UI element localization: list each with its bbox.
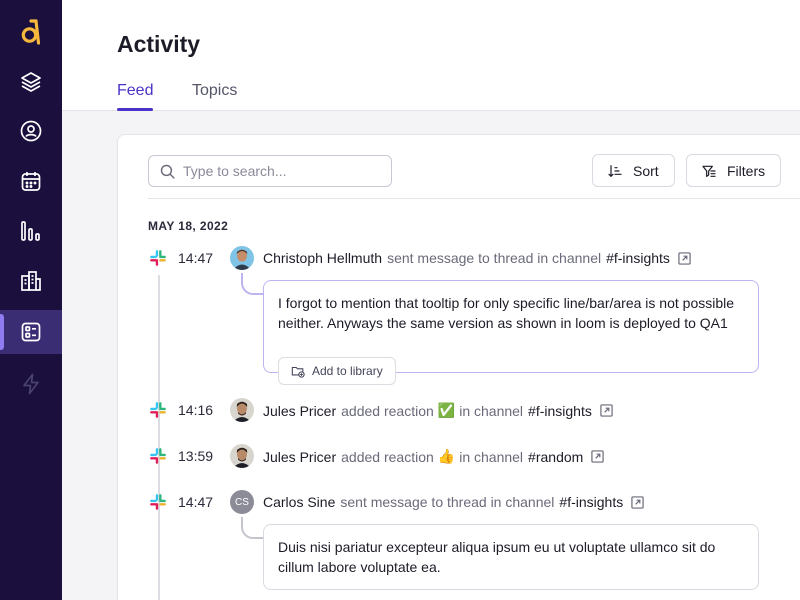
nav-analytics[interactable] <box>0 209 62 253</box>
avatar-photo <box>230 398 254 422</box>
buildings-icon <box>21 271 41 291</box>
avatar-photo <box>230 444 254 468</box>
sort-icon <box>608 164 622 177</box>
event-action-suffix: in channel <box>459 402 524 419</box>
channel-link[interactable]: #random <box>528 449 583 465</box>
tab-feed[interactable]: Feed <box>117 82 153 100</box>
add-to-library-button[interactable]: Add to library <box>278 357 396 385</box>
event-description: Jules Pricer added reaction 👍 in channel… <box>263 448 604 465</box>
filters-button[interactable]: Filters <box>686 154 781 187</box>
user-name[interactable]: Jules Pricer <box>263 449 336 465</box>
reaction-emoji: ✅ <box>437 402 456 418</box>
channel-link[interactable]: #f-insights <box>606 250 670 266</box>
avatar[interactable]: CS <box>230 490 254 514</box>
nav-companies[interactable] <box>0 259 62 303</box>
user-circle-icon <box>20 120 42 142</box>
add-to-library-label: Add to library <box>312 364 383 378</box>
event-time: 13:59 <box>178 448 214 464</box>
event-action: sent message to thread in channel <box>387 250 602 266</box>
nav-profile[interactable] <box>0 109 62 153</box>
nav-calendar[interactable] <box>0 159 62 203</box>
logo-icon[interactable] <box>19 19 43 45</box>
thread-connector <box>241 517 263 539</box>
event-description: Carlos Sine sent message to thread in ch… <box>263 494 644 510</box>
slack-icon <box>150 250 166 266</box>
lightning-icon <box>23 373 39 395</box>
external-link-icon[interactable] <box>631 495 644 509</box>
page-header: Activity Feed Topics <box>62 0 800 111</box>
search-icon <box>160 164 175 179</box>
thread-connector <box>241 273 263 295</box>
event-action: sent message to thread in channel <box>340 494 555 510</box>
slack-icon <box>150 494 166 510</box>
active-tab-indicator <box>117 108 153 111</box>
user-name[interactable]: Carlos Sine <box>263 494 335 510</box>
user-name[interactable]: Christoph Hellmuth <box>263 250 382 266</box>
event-time: 14:47 <box>178 494 214 510</box>
channel-link[interactable]: #f-insights <box>528 403 592 419</box>
event-time: 14:16 <box>178 402 214 418</box>
sort-button[interactable]: Sort <box>592 154 675 187</box>
user-name[interactable]: Jules Pricer <box>263 403 336 419</box>
message-bubble: Duis nisi pariatur excepteur aliqua ipsu… <box>263 524 759 590</box>
slack-icon <box>150 448 166 464</box>
bar-chart-icon <box>21 221 40 241</box>
slack-icon <box>150 402 166 418</box>
nav-layers[interactable] <box>0 60 62 104</box>
sidebar <box>0 0 62 600</box>
activity-feed-card: Sort Filters MAY 18, 2022 14:47 <box>117 134 800 600</box>
search-box[interactable] <box>148 155 392 187</box>
feed-icon <box>21 322 41 342</box>
event-action: added reaction <box>341 448 434 465</box>
layers-icon <box>21 72 41 92</box>
nav-feed[interactable] <box>0 310 62 354</box>
channel-link[interactable]: #f-insights <box>559 494 623 510</box>
filter-icon <box>702 165 716 177</box>
event-action-suffix: in channel <box>459 448 524 465</box>
reaction-emoji: 👍 <box>437 448 456 464</box>
timeline-line <box>158 275 160 600</box>
external-link-icon[interactable] <box>600 404 613 417</box>
external-link-icon[interactable] <box>591 450 604 463</box>
avatar[interactable] <box>230 444 254 468</box>
search-input[interactable] <box>183 161 383 181</box>
avatar-photo <box>230 246 254 270</box>
external-link-icon[interactable] <box>678 251 691 265</box>
avatar[interactable] <box>230 398 254 422</box>
tab-topics[interactable]: Topics <box>192 82 237 100</box>
page-title: Activity <box>117 31 201 57</box>
event-time: 14:47 <box>178 250 214 266</box>
toolbar-divider <box>148 198 800 199</box>
library-add-icon <box>291 366 305 378</box>
feed-date: MAY 18, 2022 <box>148 219 229 233</box>
filters-label: Filters <box>727 162 766 179</box>
event-action: added reaction <box>341 402 434 419</box>
event-description: Jules Pricer added reaction ✅ in channel… <box>263 402 613 419</box>
nav-automation[interactable] <box>0 362 62 406</box>
calendar-icon <box>21 172 41 191</box>
event-description: Christoph Hellmuth sent message to threa… <box>263 250 691 266</box>
sort-label: Sort <box>633 162 659 179</box>
avatar[interactable] <box>230 246 254 270</box>
